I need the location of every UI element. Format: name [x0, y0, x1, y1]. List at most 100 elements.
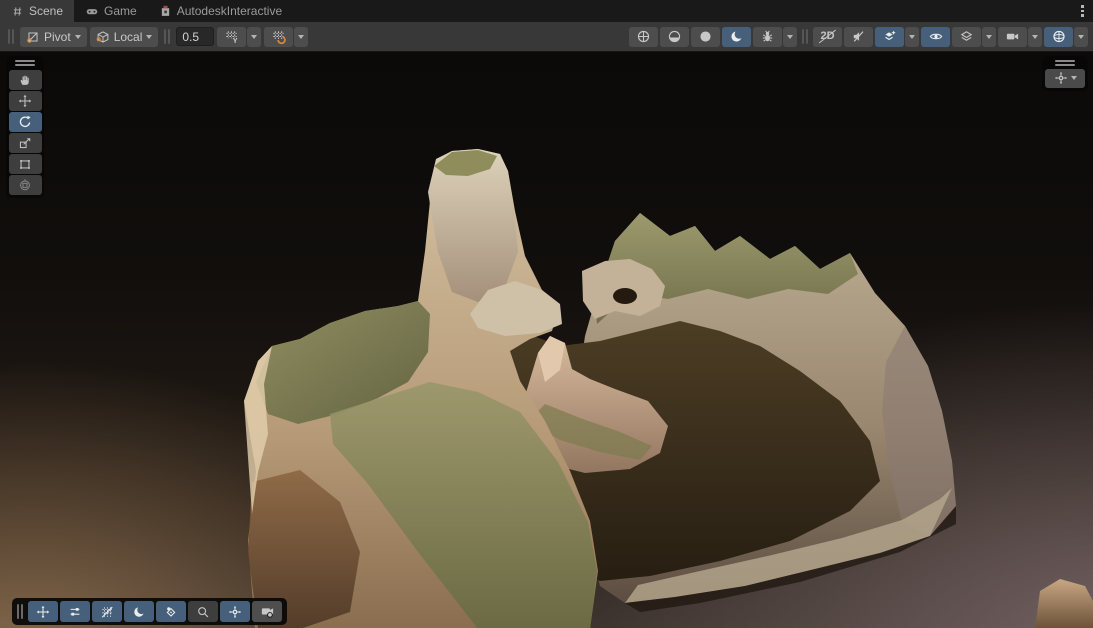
- tab-label: Game: [104, 4, 137, 18]
- rect-icon: [18, 157, 32, 171]
- unlit-sphere-icon: [698, 29, 713, 44]
- toolbar-grip[interactable]: [802, 29, 808, 44]
- chevron-down-icon: [146, 35, 152, 39]
- sliders-icon: [68, 605, 82, 619]
- orientation-cross-icon: [228, 605, 242, 619]
- transform-tool[interactable]: [9, 175, 42, 195]
- audio-mute-toggle[interactable]: [844, 27, 873, 47]
- debug-bug-button[interactable]: [753, 27, 782, 47]
- overlay-drag-handle[interactable]: [17, 604, 23, 619]
- debug-bug-dropdown[interactable]: [783, 27, 797, 47]
- chevron-down-icon: [787, 35, 793, 39]
- move-arrows-icon: [18, 94, 32, 108]
- kebab-menu-icon[interactable]: [1072, 0, 1093, 22]
- effects-sparkle-icon: [882, 29, 897, 44]
- chevron-down-icon: [1071, 76, 1077, 80]
- grid-axis-dropdown[interactable]: [247, 27, 261, 47]
- toolbar-grip[interactable]: [8, 29, 14, 44]
- 2d-view-toggle[interactable]: 2D: [813, 27, 842, 47]
- search-icon: [196, 605, 210, 619]
- gizmo-sphere-icon: [1051, 29, 1067, 44]
- tools-toggle[interactable]: [28, 601, 58, 622]
- cube-icon: [96, 30, 110, 44]
- tools-overlay: [6, 56, 44, 198]
- crescent-moon-icon: [729, 29, 744, 44]
- tab-label: AutodeskInteractive: [177, 4, 282, 18]
- scene-toolbar: Pivot Local Y: [0, 22, 1093, 51]
- tab-bar: Scene Game AutodeskInteractive: [0, 0, 1093, 22]
- view-options-toggle[interactable]: [124, 601, 154, 622]
- videocam-icon: [1005, 29, 1020, 44]
- gizmos-toggle[interactable]: [156, 601, 186, 622]
- rotate-tool[interactable]: [9, 112, 42, 132]
- pivot-label: Pivot: [44, 30, 71, 44]
- grid-snap-dropdown[interactable]: [294, 27, 308, 47]
- move-arrows-icon: [36, 605, 50, 619]
- orientation-toggle[interactable]: [220, 601, 250, 622]
- camera-view-dropdown[interactable]: [1028, 27, 1042, 47]
- orientation-cross-icon: [1054, 71, 1068, 85]
- chevron-down-icon: [909, 35, 915, 39]
- tab-autodeskinteractive[interactable]: AutodeskInteractive: [148, 0, 293, 22]
- view-hand-tool[interactable]: [9, 70, 42, 90]
- rotate-icon: [18, 115, 32, 129]
- layers-icon: [959, 29, 974, 44]
- hand-icon: [18, 73, 32, 87]
- chevron-down-icon: [1078, 35, 1084, 39]
- bottom-overlay-toolbar: [12, 598, 287, 625]
- view-orientation-gizmo-button[interactable]: [1045, 69, 1085, 88]
- svg-text:Y: Y: [233, 36, 238, 44]
- tab-label: Scene: [29, 4, 63, 18]
- pivot-mode-button[interactable]: Pivot: [20, 27, 87, 47]
- layers-button[interactable]: [952, 27, 981, 47]
- grid-hash-icon: [11, 5, 24, 18]
- chevron-down-icon: [75, 35, 81, 39]
- orientation-overlay: [1042, 56, 1088, 91]
- gizmo-sphere-button[interactable]: [1044, 27, 1073, 47]
- move-tool[interactable]: [9, 91, 42, 111]
- unlit-sphere-button[interactable]: [691, 27, 720, 47]
- shaded-wireframe-sphere-icon: [667, 29, 682, 44]
- shaded-wireframe-sphere-button[interactable]: [660, 27, 689, 47]
- rect-tool[interactable]: [9, 154, 42, 174]
- camera-view-button[interactable]: [998, 27, 1027, 47]
- effects-toggle[interactable]: [875, 27, 904, 47]
- tab-game[interactable]: Game: [74, 0, 148, 22]
- cameras-toggle[interactable]: [252, 601, 282, 622]
- chevron-down-icon: [251, 35, 257, 39]
- gizmo-diamond-icon: [164, 605, 178, 619]
- grid-axis-button[interactable]: Y: [217, 27, 246, 47]
- scale-tool[interactable]: [9, 133, 42, 153]
- grid-axis-icon: Y: [224, 29, 239, 44]
- pivot-icon: [26, 30, 40, 44]
- overlay-drag-handle[interactable]: [1055, 56, 1075, 69]
- grid-visibility-toggle[interactable]: [92, 601, 122, 622]
- effects-dropdown[interactable]: [905, 27, 919, 47]
- speaker-muted-icon: [851, 29, 866, 44]
- tool-settings-toggle[interactable]: [60, 601, 90, 622]
- rock-formation[interactable]: [0, 52, 1093, 628]
- overlay-drag-handle[interactable]: [15, 56, 35, 69]
- wireframe-sphere-icon: [636, 29, 651, 44]
- scene-viewport[interactable]: [0, 51, 1093, 628]
- material-asset-icon: [159, 4, 172, 18]
- grid-snap-button[interactable]: [264, 27, 293, 47]
- wireframe-sphere-button[interactable]: [629, 27, 658, 47]
- 2d-icon: 2D: [820, 31, 834, 42]
- layers-dropdown[interactable]: [982, 27, 996, 47]
- gamepad-icon: [85, 5, 99, 18]
- videocam-record-icon: [260, 604, 275, 619]
- chevron-down-icon: [986, 35, 992, 39]
- chevron-down-icon: [298, 35, 304, 39]
- eye-icon: [928, 29, 944, 44]
- orientation-label: Local: [114, 30, 143, 44]
- snap-increment-input[interactable]: [176, 27, 214, 46]
- handle-orientation-button[interactable]: Local: [90, 27, 159, 47]
- grid-slashed-icon: [100, 605, 114, 619]
- lit-sphere-moon-button[interactable]: [722, 27, 751, 47]
- gizmo-sphere-dropdown[interactable]: [1074, 27, 1088, 47]
- tab-scene[interactable]: Scene: [0, 0, 74, 22]
- scene-visibility-toggle[interactable]: [921, 27, 950, 47]
- search-button[interactable]: [188, 601, 218, 622]
- toolbar-grip[interactable]: [164, 29, 170, 44]
